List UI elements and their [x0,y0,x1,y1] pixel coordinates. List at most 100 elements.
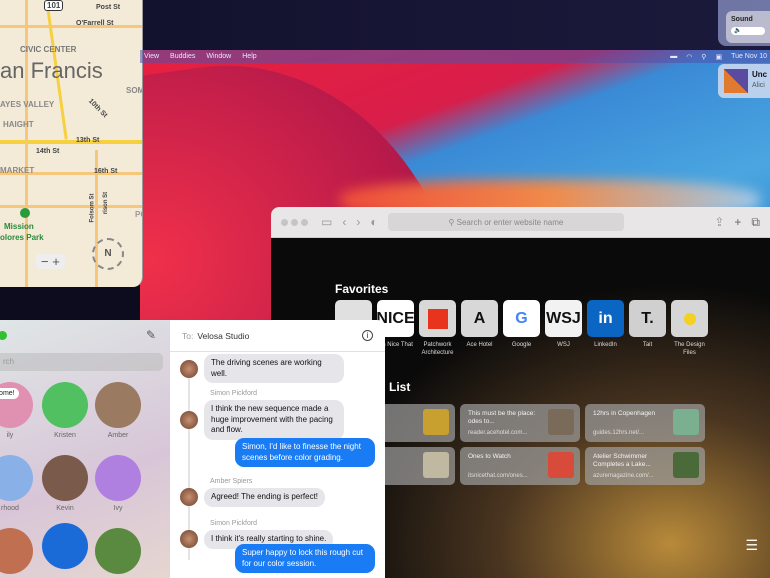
favorite-item[interactable]: Patchwork Architecture [419,300,456,357]
message-row: The driving scenes are working well. [180,354,344,383]
album-art [724,69,748,93]
pin-name: rhood [1,505,19,512]
menu-buddies[interactable]: Buddies [170,53,195,60]
menu-clock[interactable]: Tue Nov 10 [731,53,767,61]
window-controls[interactable] [281,215,311,229]
item-title: This must be the place: odes to... [468,410,536,425]
favorite-label: Patchwork Architecture [421,342,454,356]
compose-icon[interactable]: ✎ [146,328,156,342]
pinned-conversation[interactable]: Ivy [88,455,148,512]
window-zoom-button[interactable] [0,331,7,340]
search-input[interactable]: rch [0,353,163,371]
pin-name: Ivy [113,505,123,512]
share-icon[interactable]: ⇪ [714,215,724,229]
reading-list-item[interactable]: Atelier Schwimmer Completes a Lake... azu… [585,447,705,485]
avatar [42,382,88,428]
favorite-label: WSJ [557,342,570,348]
control-center-icon[interactable]: ▣ [715,53,722,61]
reading-list-item[interactable]: 12hrs in Copenhagen guides.12hrs.net/... [585,404,705,442]
message-bubble[interactable]: Super happy to lock this rough cut for o… [235,544,375,573]
now-playing[interactable]: Unc Alici [718,64,770,98]
customize-icon[interactable]: ☰ [745,537,758,554]
item-thumbnail [548,452,574,478]
sidebar-icon[interactable]: ▭ [321,215,332,229]
favorite-label: LinkedIn [594,342,617,348]
pin-name: Kevin [56,505,74,512]
avatar [42,523,88,569]
forward-icon[interactable]: › [356,215,360,229]
back-icon[interactable]: ‹ [342,215,346,229]
menu-bar: View Buddies Window Help ▬ ◠ ⚲ ▣ Tue Nov 10 [140,50,770,63]
privacy-icon[interactable]: ◐ [370,215,377,229]
park-icon [20,208,30,218]
sender-name: Simon Pickford [210,520,258,527]
map-label: O'Farrell St [76,20,114,27]
reading-list-item[interactable]: Ones to Watch itsnicethat.com/ones... [460,447,580,485]
pinned-conversation[interactable] [0,528,40,578]
message-bubble[interactable]: Agreed! The ending is perfect! [204,488,326,507]
search-icon[interactable]: ⚲ [701,53,706,61]
favorite-label: The Design Files [674,342,705,356]
zoom-in-button[interactable]: + [52,254,60,269]
message-row: Agreed! The ending is perfect! [180,488,326,507]
favorite-tile [419,300,456,337]
info-icon[interactable]: i [362,330,373,341]
favorite-tile: T. [629,300,666,337]
favorite-item[interactable]: The Design Files [671,300,708,357]
avatar [42,455,88,501]
pinned-conversation[interactable]: Amber [88,382,148,439]
reading-list-item[interactable]: This must be the place: odes to... reader… [460,404,580,442]
favorite-item[interactable]: A Ace Hotel [461,300,498,357]
map-label: rison St [103,191,110,215]
sender-avatar [180,530,198,549]
message-bubble[interactable]: I think the new sequence made a huge imp… [204,400,344,440]
favorite-item[interactable]: in LinkedIn [587,300,624,357]
menu-window[interactable]: Window [206,53,231,60]
map-label: 13th St [76,137,100,144]
favorite-tile [671,300,708,337]
item-thumbnail [673,409,699,435]
pinned-conversation[interactable]: Kevin [35,455,95,512]
favorite-tile: in [587,300,624,337]
message-bubble[interactable]: The driving scenes are working well. [204,354,344,383]
map-label: olores Park [0,233,44,242]
favorite-item[interactable]: WSJ WSJ [545,300,582,357]
map-label: SOM [126,86,143,95]
track-title: Unc [752,70,768,79]
conversation: To: Velosa Studio i The driving scenes are… [170,320,385,578]
sound-label: Sound [731,16,753,23]
item-url: azuremagazine.com/... [593,473,654,479]
wifi-icon[interactable]: ◠ [686,53,692,61]
recipient-name[interactable]: Velosa Studio [197,331,249,341]
safari-toolbar: ▭ ‹ › ◐ ⚲ Search or enter website name ⇪… [271,207,770,238]
control-center: Sound 🔈 [718,0,770,46]
maps-window[interactable]: 101 Post St O'Farrell St CIVIC CENTER an… [0,0,143,287]
tabs-icon[interactable]: ⧉ [751,215,760,230]
item-thumbnail [673,452,699,478]
avatar [95,528,141,574]
pin-badge: Home! [0,388,19,399]
compass-button[interactable]: N [92,238,124,270]
volume-slider[interactable]: 🔈 [731,27,765,35]
item-title: Atelier Schwimmer Completes a Lake... [593,453,651,468]
battery-icon[interactable]: ▬ [670,53,677,61]
new-tab-icon[interactable]: + [734,215,741,229]
favorite-item[interactable]: T. Tait [629,300,666,357]
pin-name: ily [6,432,14,439]
avatar [0,528,33,574]
zoom-out-button[interactable]: − [41,254,49,269]
pinned-conversation[interactable]: ily Home! [0,382,40,439]
map-label: PO [135,210,142,219]
item-url: reader.acehotel.com... [468,430,528,436]
message-bubble[interactable]: Simon, I'd like to finesse the night sce… [235,438,375,467]
pinned-conversation[interactable] [35,523,95,573]
pinned-conversation[interactable]: rhood [0,455,40,512]
menu-view[interactable]: View [144,53,159,60]
pinned-conversation[interactable]: Kristen [35,382,95,439]
pinned-conversation[interactable] [88,528,148,578]
address-bar[interactable]: ⚲ Search or enter website name [387,213,625,231]
menu-help[interactable]: Help [242,53,256,60]
pin-name: Amber [107,432,129,439]
favorite-item[interactable]: G Google [503,300,540,357]
highway-shield: 101 [44,0,64,11]
